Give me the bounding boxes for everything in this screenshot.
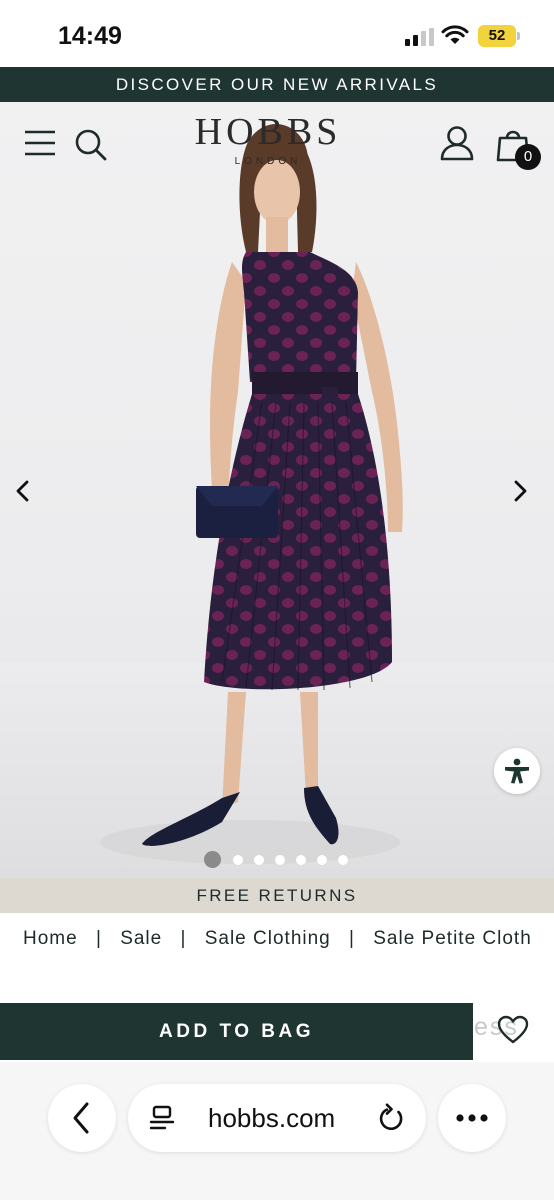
gallery-dot[interactable] [254,855,264,865]
search-icon[interactable] [73,127,107,161]
logo-wordmark: HOBBS [194,111,342,153]
reload-icon[interactable] [378,1103,406,1133]
more-icon [456,1114,488,1122]
gallery-dot[interactable] [204,851,221,868]
breadcrumb-sale[interactable]: Sale [120,928,162,950]
breadcrumb-sale-petite[interactable]: Sale Petite Cloth [373,928,532,950]
accessibility-button[interactable] [494,748,540,794]
model-photo [0,124,554,878]
battery-level: 52 [488,27,506,44]
product-image[interactable] [0,102,554,878]
add-to-bag-label: ADD TO BAG [159,1021,314,1042]
promo-text: DISCOVER OUR NEW ARRIVALS [115,75,439,94]
gallery-dot[interactable] [233,855,243,865]
wifi-icon [441,25,469,44]
breadcrumb-home[interactable]: Home [23,928,78,950]
gallery-dot[interactable] [296,855,306,865]
logo-subtitle: LONDON [234,156,302,167]
status-bar: 14:49 52 [0,0,554,68]
returns-text: FREE RETURNS [196,886,358,905]
breadcrumb-sale-clothing[interactable]: Sale Clothing [205,928,331,950]
battery-icon: 52 [478,25,516,47]
brand-logo[interactable]: HOBBS LONDON [188,112,348,168]
heart-icon[interactable] [497,1015,529,1045]
gallery-dot[interactable] [317,855,327,865]
breadcrumb-separator: | [95,928,102,949]
url-text[interactable]: hobbs.com [208,1101,335,1135]
add-to-bag-button[interactable]: ADD TO BAG [0,1003,473,1060]
signal-icon [405,28,435,46]
gallery-dot[interactable] [275,855,285,865]
promo-banner[interactable]: DISCOVER OUR NEW ARRIVALS [0,67,554,102]
tabs-icon[interactable] [148,1104,176,1132]
gallery-dot[interactable] [338,855,348,865]
breadcrumb-separator: | [349,928,355,949]
more-button[interactable] [438,1084,506,1152]
status-time: 14:49 [58,22,122,50]
breadcrumb: Home | Sale | Sale Clothing | Sale Petit… [23,928,554,954]
battery-tip [517,32,520,40]
bag-count-badge: 0 [515,144,541,170]
back-icon [73,1102,89,1134]
returns-banner[interactable]: FREE RETURNS [0,878,554,913]
account-icon[interactable] [440,125,474,161]
chevron-left-icon[interactable] [12,478,34,504]
chevron-right-icon[interactable] [509,478,531,504]
menu-icon[interactable] [24,129,56,157]
breadcrumb-separator: | [180,928,187,949]
back-button[interactable] [48,1084,116,1152]
accessibility-icon [505,758,529,784]
